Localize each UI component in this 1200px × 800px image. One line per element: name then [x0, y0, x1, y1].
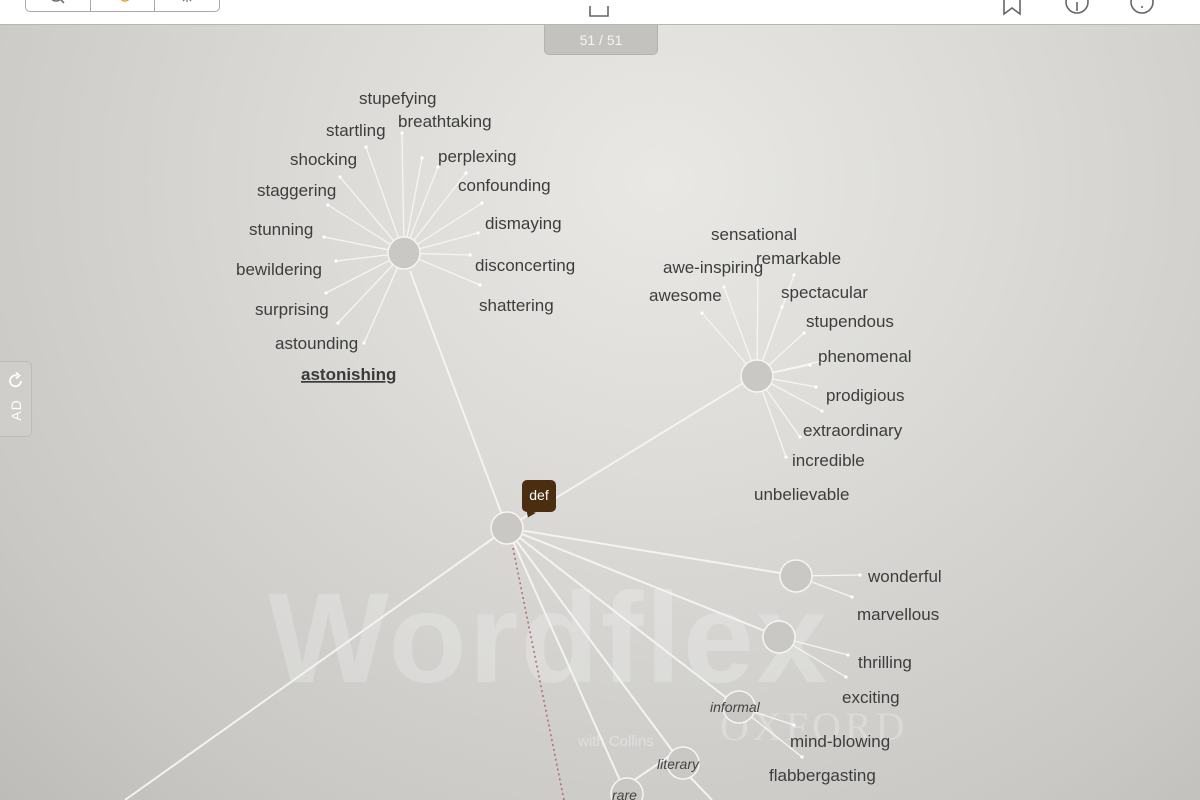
word-extraordinary[interactable]: extraordinary	[803, 421, 903, 440]
word-thrilling[interactable]: thrilling	[858, 653, 912, 672]
word-remarkable[interactable]: remarkable	[756, 249, 841, 268]
word-spectacular[interactable]: spectacular	[781, 283, 868, 302]
word-bewildering[interactable]: bewildering	[236, 260, 322, 279]
edge-dotted	[512, 547, 565, 800]
definition-button[interactable]: def	[522, 480, 556, 512]
edge-hub-informal	[506, 527, 729, 700]
word-stupefying[interactable]: stupefying	[359, 89, 437, 108]
word-prodigious[interactable]: prodigious	[826, 386, 904, 405]
sparkle-icon	[182, 0, 192, 2]
word-incredible[interactable]: incredible	[792, 451, 865, 470]
sparkle-button[interactable]	[155, 0, 219, 11]
word-unbelievable[interactable]: unbelievable	[754, 485, 849, 504]
search-button[interactable]	[26, 0, 91, 11]
history-icon	[120, 0, 129, 2]
cluster-node-thrilling[interactable]	[762, 620, 796, 654]
word-disconcerting[interactable]: disconcerting	[475, 256, 575, 275]
word-astounding[interactable]: astounding	[275, 334, 358, 353]
edge-literary-down	[689, 776, 713, 800]
register-informal: informal	[710, 699, 761, 715]
word-awesome[interactable]: awesome	[649, 286, 722, 305]
word-stunning[interactable]: stunning	[249, 220, 313, 239]
search-icon	[51, 0, 65, 4]
word-startling[interactable]: startling	[326, 121, 386, 140]
tool-segmented-control	[25, 0, 220, 12]
word-graph-canvas[interactable]: Wordflex OXFORD with Collins 51 / 51 AD	[0, 25, 1200, 800]
word-dismaying[interactable]: dismaying	[485, 214, 562, 233]
word-stupendous[interactable]: stupendous	[806, 312, 894, 331]
word-mind-blowing[interactable]: mind-blowing	[790, 732, 890, 751]
cluster-node-right[interactable]	[740, 359, 774, 393]
word-flabbergasting[interactable]: flabbergasting	[769, 766, 876, 785]
hub-node[interactable]	[490, 511, 524, 545]
word-breathtaking[interactable]: breathtaking	[398, 112, 492, 131]
toolbar	[0, 0, 1200, 25]
word-wonderful[interactable]: wonderful	[867, 567, 942, 586]
info-icon[interactable]	[1065, 0, 1089, 18]
word-astonishing-current[interactable]: astonishing	[301, 365, 396, 384]
word-shattering[interactable]: shattering	[479, 296, 554, 315]
register-literary: literary	[657, 756, 700, 772]
edge-hub-offscreen	[124, 536, 496, 800]
share-icon[interactable]	[587, 0, 611, 18]
word-awe-inspiring[interactable]: awe-inspiring	[663, 258, 763, 277]
leaf-edges-small	[738, 573, 862, 759]
word-staggering[interactable]: staggering	[257, 181, 336, 200]
word-shocking[interactable]: shocking	[290, 150, 357, 169]
edge-hub-wonderful	[506, 527, 781, 574]
word-sensational[interactable]: sensational	[711, 225, 797, 244]
bookmark-icon[interactable]	[1000, 0, 1024, 18]
word-graph: stupefying breathtaking startling perple…	[124, 89, 942, 800]
register-rare: rare	[612, 787, 637, 800]
word-phenomenal[interactable]: phenomenal	[818, 347, 912, 366]
help-icon[interactable]	[1130, 0, 1154, 18]
word-surprising[interactable]: surprising	[255, 300, 329, 319]
word-exciting[interactable]: exciting	[842, 688, 900, 707]
word-perplexing[interactable]: perplexing	[438, 147, 516, 166]
word-confounding[interactable]: confounding	[458, 176, 551, 195]
history-button[interactable]	[91, 0, 156, 11]
cluster-node-top[interactable]	[387, 236, 421, 270]
cluster-node-wonderful[interactable]	[779, 559, 813, 593]
word-marvellous[interactable]: marvellous	[857, 605, 939, 624]
